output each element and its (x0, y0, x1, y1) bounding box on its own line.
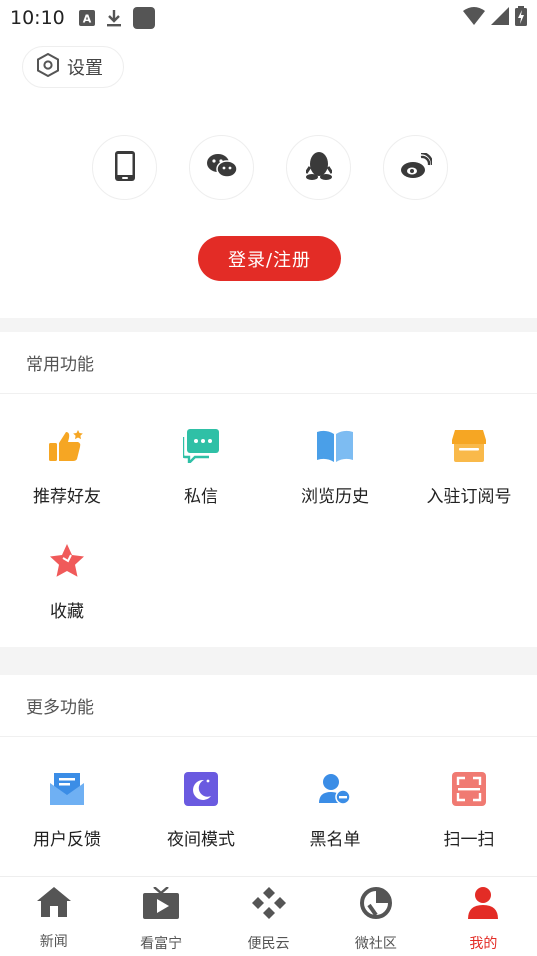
download-icon (105, 9, 123, 27)
status-bar: 10:10 A (0, 0, 537, 36)
login-section: 设置 登录/注册 (0, 36, 537, 318)
private-message-item[interactable]: 私信 (134, 412, 268, 527)
tv-play-icon (143, 886, 180, 923)
scan-icon (449, 769, 489, 809)
third-party-login (92, 135, 448, 200)
scan-label: 扫一扫 (443, 830, 495, 850)
favorites-item[interactable]: 收藏 (0, 527, 134, 642)
tab-funing-tv-label: 看富宁 (140, 936, 183, 952)
browse-history-item[interactable]: 浏览历史 (268, 412, 402, 527)
settings-button[interactable]: 设置 (22, 46, 124, 88)
more-features-grid: 用户反馈 夜间模式 黑名单 扫一扫 (0, 737, 537, 870)
user-feedback-label: 用户反馈 (33, 830, 101, 850)
user-minus-icon (315, 769, 355, 809)
star-icon (47, 541, 87, 581)
phone-login-button[interactable] (92, 135, 157, 200)
favorites-label: 收藏 (50, 602, 84, 622)
tab-news[interactable]: 新闻 (0, 877, 107, 956)
more-features-card: 更多功能 用户反馈 夜间模式 黑名单 扫一扫 (0, 675, 537, 876)
message-icon (181, 426, 221, 466)
night-mode-item[interactable]: 夜间模式 (134, 755, 268, 870)
tab-funing-tv[interactable]: 看富宁 (107, 877, 214, 956)
recommend-friends-label: 推荐好友 (33, 487, 101, 507)
qq-login-button[interactable] (286, 135, 351, 200)
tab-service-cloud-label: 便民云 (247, 936, 290, 952)
blacklist-item[interactable]: 黑名单 (268, 755, 402, 870)
status-time: 10:10 (10, 7, 65, 29)
tab-community-label: 微社区 (354, 936, 397, 952)
subscribe-account-label: 入驻订阅号 (426, 487, 512, 507)
settings-label: 设置 (67, 58, 103, 79)
blacklist-label: 黑名单 (309, 830, 361, 850)
tab-community[interactable]: 微社区 (322, 877, 429, 956)
home-icon (36, 887, 71, 921)
feedback-mail-icon (47, 769, 87, 809)
wechat-login-button[interactable] (189, 135, 254, 200)
battery-charging-icon (515, 6, 527, 30)
thumbs-up-icon (47, 426, 87, 466)
night-mode-label: 夜间模式 (167, 830, 235, 850)
moon-icon (181, 769, 221, 809)
svg-text:A: A (83, 13, 92, 26)
wechat-icon (206, 153, 238, 183)
community-icon (359, 887, 392, 923)
tab-news-label: 新闻 (39, 934, 68, 950)
common-features-title: 常用功能 (0, 332, 537, 394)
subscribe-account-item[interactable]: 入驻订阅号 (402, 412, 536, 527)
text-notification-icon: A (78, 10, 95, 26)
signal-icon (491, 7, 509, 29)
weibo-login-button[interactable] (383, 135, 448, 200)
private-message-label: 私信 (184, 487, 218, 507)
phone-icon (114, 150, 135, 185)
diamond-grid-icon (251, 887, 286, 923)
book-icon (315, 426, 355, 466)
weibo-icon (400, 151, 433, 183)
wifi-icon (463, 7, 485, 29)
bottom-tab-bar: 新闻 看富宁 便民云 微社区 我的 (0, 876, 537, 956)
tab-mine[interactable]: 我的 (430, 877, 537, 956)
qq-icon (304, 151, 333, 185)
store-icon (449, 426, 489, 466)
tab-service-cloud[interactable]: 便民云 (215, 877, 322, 956)
tab-mine-label: 我的 (469, 936, 498, 952)
scan-item[interactable]: 扫一扫 (402, 755, 536, 870)
app-notification-icon (132, 7, 155, 29)
hexagon-settings-icon (37, 52, 59, 81)
person-icon (468, 887, 499, 923)
login-register-button[interactable]: 登录/注册 (198, 236, 341, 281)
more-features-title: 更多功能 (0, 675, 537, 737)
common-features-card: 常用功能 推荐好友 私信 浏览历史 入驻订阅号 收藏 (0, 332, 537, 647)
common-features-grid: 推荐好友 私信 浏览历史 入驻订阅号 收藏 (0, 394, 537, 642)
browse-history-label: 浏览历史 (301, 487, 369, 507)
recommend-friends-item[interactable]: 推荐好友 (0, 412, 134, 527)
user-feedback-item[interactable]: 用户反馈 (0, 755, 134, 870)
